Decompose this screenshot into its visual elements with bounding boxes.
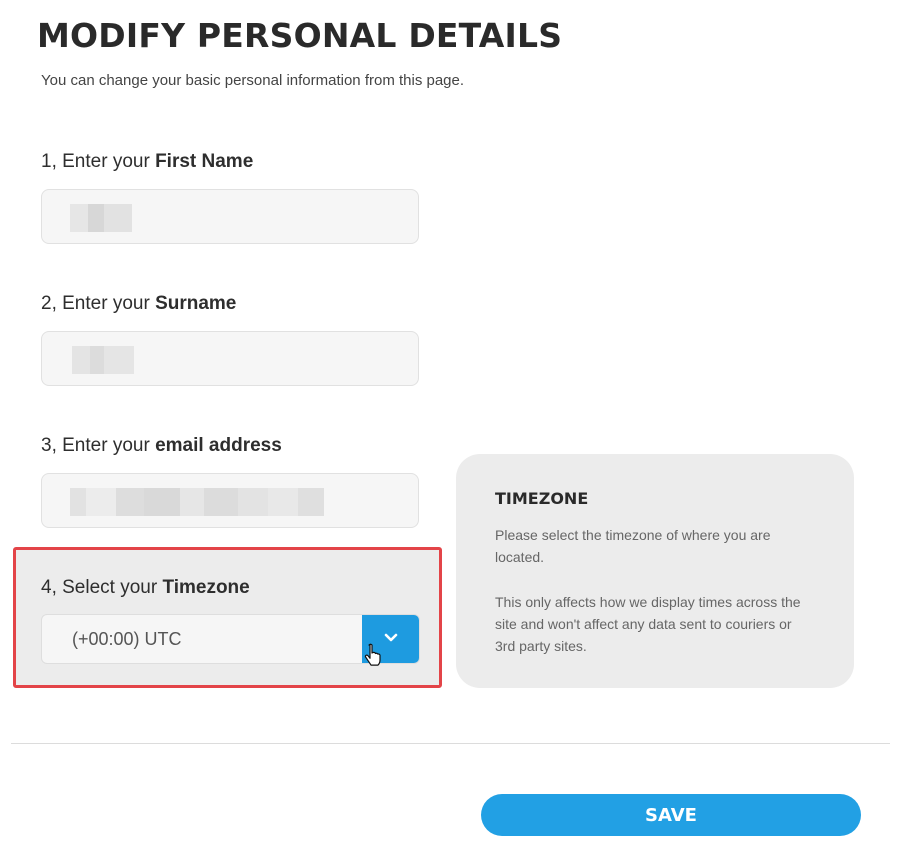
divider [11, 743, 890, 744]
info-panel-paragraph-2: This only affects how we display times a… [495, 594, 801, 654]
email-label-strong: email address [155, 435, 282, 456]
email-label: 3, Enter your email address [41, 435, 282, 457]
first-name-input[interactable] [41, 189, 419, 244]
first-name-label-prefix: 1, Enter your [41, 151, 156, 172]
redacted-value [70, 204, 132, 232]
timezone-selected-value: (+00:00) UTC [72, 629, 182, 649]
surname-label-strong: Surname [155, 293, 237, 314]
redacted-value [72, 346, 134, 374]
hand-pointer-icon [364, 643, 381, 666]
page-subtitle: You can change your basic personal infor… [41, 72, 465, 89]
timezone-label-strong: Timezone [162, 577, 250, 598]
surname-label-prefix: 2, Enter your [41, 293, 156, 314]
timezone-label: 4, Select your Timezone [41, 577, 250, 599]
info-panel-paragraph-1: Please select the timezone of where you … [495, 527, 771, 565]
email-label-prefix: 3, Enter your [41, 435, 156, 456]
timezone-info-panel: TIMEZONE Please select the timezone of w… [456, 454, 854, 688]
save-button[interactable]: SAVE [481, 794, 861, 836]
chevron-down-icon [384, 633, 398, 642]
page-title: MODIFY PERSONAL DETAILS [37, 16, 563, 55]
info-panel-title: TIMEZONE [495, 489, 589, 508]
first-name-label-strong: First Name [155, 151, 254, 172]
redacted-value [70, 488, 324, 516]
email-input[interactable] [41, 473, 419, 528]
timezone-label-prefix: 4, Select your [41, 577, 163, 598]
surname-input[interactable] [41, 331, 419, 386]
surname-label: 2, Enter your Surname [41, 293, 236, 315]
first-name-label: 1, Enter your First Name [41, 151, 253, 173]
